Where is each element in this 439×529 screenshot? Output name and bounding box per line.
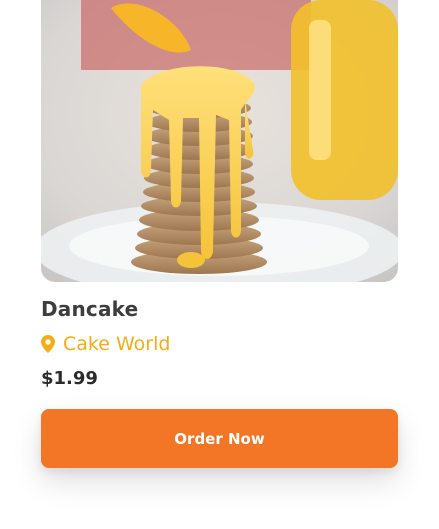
product-card: Dancake Cake World $1.99 Order Now: [0, 0, 439, 529]
product-price: $1.99: [41, 368, 98, 389]
map-pin-icon: [41, 335, 55, 353]
product-image[interactable]: [41, 0, 398, 282]
location-label: Cake World: [63, 333, 171, 355]
product-title: Dancake: [41, 297, 139, 321]
location-row: Cake World: [41, 333, 170, 355]
order-now-button[interactable]: Order Now: [41, 409, 398, 468]
